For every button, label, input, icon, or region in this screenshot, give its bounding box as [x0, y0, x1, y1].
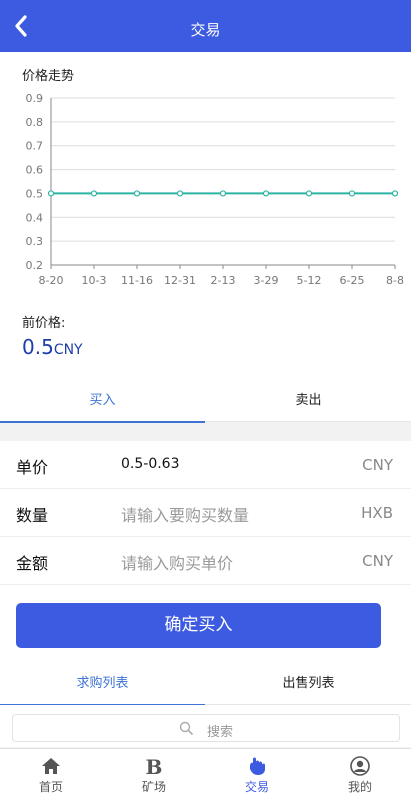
- list-tabs: 求购列表 出售列表: [0, 663, 411, 706]
- home-icon: [42, 758, 60, 774]
- tab-buy[interactable]: 买入: [0, 380, 205, 423]
- y-tick-label: 0.6: [26, 164, 44, 177]
- data-point: [133, 190, 141, 197]
- page-title: 交易: [190, 21, 221, 39]
- current-price-unit: CNY: [53, 342, 83, 358]
- quantity-unit: HXB: [361, 504, 393, 522]
- nav-label-me: 我的: [347, 780, 372, 794]
- amount-unit: CNY: [362, 552, 393, 570]
- unit-price-row: 单价 0.5-0.63 CNY: [0, 441, 411, 489]
- unit-price-value: 0.5-0.63: [121, 456, 180, 472]
- buy-form: 单价 0.5-0.63 CNY 数量 请输入要购买数量 HXB 金额 请输入购买…: [0, 441, 411, 663]
- amount-label: 金额: [16, 554, 49, 573]
- x-tick-label: 12-31: [164, 274, 196, 287]
- x-tick-label: 5-12: [297, 274, 322, 287]
- nav-item-trade[interactable]: 交易: [206, 749, 308, 800]
- y-tick-label: 0.9: [26, 92, 44, 105]
- y-tick-label: 0.5: [26, 187, 44, 200]
- x-tick-label: 6-25: [340, 274, 365, 287]
- y-tick-label: 0.3: [26, 235, 44, 248]
- svg-text:B: B: [146, 756, 163, 776]
- list-search-area: 搜索: [0, 705, 411, 747]
- top-bar: 交易: [0, 0, 411, 52]
- nav-label-mine-field: 矿场: [141, 780, 166, 794]
- search-icon: [179, 721, 193, 735]
- bold-b-icon: B: [146, 756, 163, 776]
- data-point: [47, 190, 55, 197]
- nav-item-home[interactable]: 首页: [0, 749, 102, 800]
- x-tick-label: 10-3: [82, 274, 107, 287]
- current-price-label: 前价格:: [22, 316, 66, 331]
- tab-buy-list[interactable]: 求购列表: [0, 663, 205, 706]
- quantity-row[interactable]: 数量 请输入要购买数量 HXB: [0, 489, 411, 537]
- data-point: [176, 190, 184, 197]
- unit-price-currency: CNY: [362, 456, 393, 474]
- chart-title: 价格走势: [22, 69, 75, 84]
- search-input[interactable]: 搜索: [12, 714, 400, 742]
- price-trend-chart: 0.2 0.3 0.4 0.5 0.6 0.7 0.8 0.9 8-20 10-3 11-16 12-…: [26, 92, 404, 287]
- x-tick-label: 2-13: [211, 274, 236, 287]
- amount-input[interactable]: 请输入购买单价: [121, 550, 233, 574]
- current-price-value: 0.5: [22, 335, 54, 359]
- user-icon: [350, 756, 370, 776]
- x-tick-label: 3-29: [254, 274, 279, 287]
- price-trend-card: 价格走势 0.2 0.3 0.4 0.5 0.6 0.7 0.8 0.9 8-20 10-3 11-…: [0, 52, 411, 380]
- nav-item-me[interactable]: 我的: [309, 749, 411, 800]
- y-tick-label: 0.7: [26, 140, 44, 153]
- confirm-buy-button[interactable]: 确定买入: [16, 603, 381, 648]
- y-tick-label: 0.4: [26, 211, 44, 224]
- trade-tabs: 买入 卖出: [0, 380, 411, 423]
- nav-label-home: 首页: [38, 780, 63, 794]
- nav-label-trade: 交易: [244, 780, 269, 794]
- data-point: [219, 190, 227, 197]
- quantity-label: 数量: [16, 506, 49, 525]
- quantity-input[interactable]: 请输入要购买数量: [121, 502, 249, 526]
- y-tick-label: 0.2: [26, 259, 44, 272]
- bottom-nav: 首页 B 矿场 交易 我的: [0, 748, 411, 800]
- y-tick-label: 0.8: [26, 116, 44, 129]
- hand-icon: [250, 757, 265, 775]
- search-placeholder: 搜索: [207, 725, 234, 740]
- current-price: 0.5CNY: [22, 335, 83, 359]
- amount-row[interactable]: 金额 请输入购买单价 CNY: [0, 537, 411, 585]
- nav-item-mine-field[interactable]: B 矿场: [103, 749, 205, 800]
- x-tick-label: 8-8: [386, 274, 404, 287]
- x-tick-label: 8-20: [39, 274, 64, 287]
- data-point: [262, 190, 270, 197]
- data-point: [305, 190, 313, 197]
- data-point: [348, 190, 356, 197]
- tab-sell[interactable]: 卖出: [206, 380, 411, 422]
- data-point: [391, 190, 399, 197]
- tab-sell-list[interactable]: 出售列表: [206, 663, 411, 705]
- x-tick-label: 11-16: [121, 274, 153, 287]
- unit-price-label: 单价: [16, 458, 49, 477]
- data-point: [90, 190, 98, 197]
